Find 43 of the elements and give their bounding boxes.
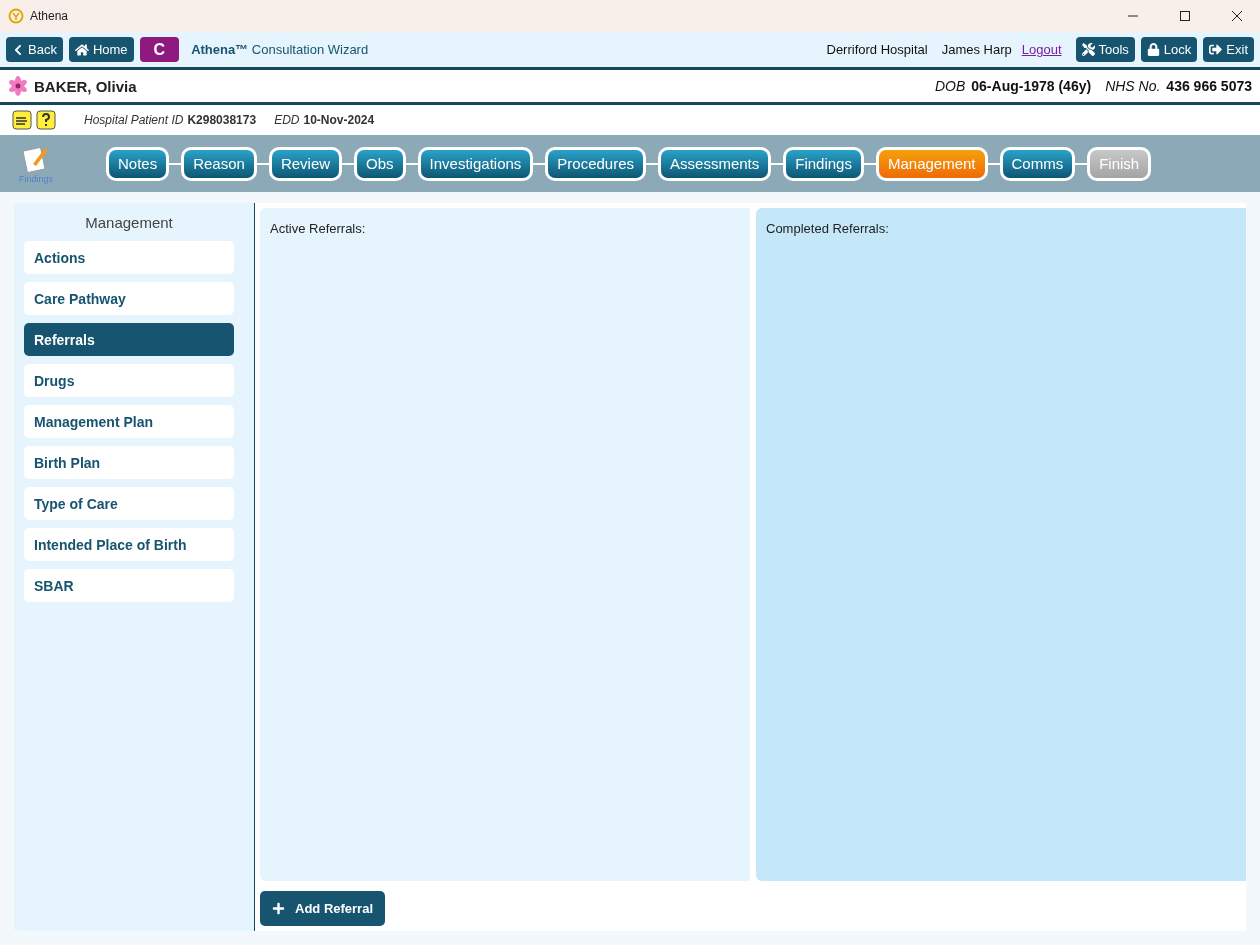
sidebar-item[interactable]: Care Pathway [24,282,234,315]
wizard-step-tab[interactable]: Assessments [658,146,772,181]
nhs-label: NHS No. [1105,78,1161,94]
panel-title: Completed Referrals: [766,221,889,236]
wizard-step-tab[interactable]: Comms [999,146,1076,181]
exit-button[interactable]: Exit [1203,37,1254,62]
app-heading: Athena™ Consultation Wizard [191,42,369,57]
wizard-step-tab[interactable]: Obs [354,146,406,181]
sidebar-item[interactable]: Management Plan [24,405,234,438]
wizard-step-tab[interactable]: Findings [783,146,864,181]
panel-title: Active Referrals: [270,221,366,236]
edd-value: 10-Nov-2024 [303,113,375,127]
hospital-name: Derriford Hospital [826,42,928,57]
wizard-step-tab[interactable]: Procedures [545,146,647,181]
sidebar-item[interactable]: Birth Plan [24,446,234,479]
sidebar-item[interactable]: SBAR [24,569,234,602]
tools-button[interactable]: Tools [1075,37,1135,62]
sidebar-item[interactable]: Intended Place of Birth [24,528,234,561]
nhs-value: 436 966 5073 [1166,78,1252,94]
dob-value: 06-Aug-1978 (46y) [971,78,1092,94]
window-title: Athena [30,9,70,23]
dob-label: DOB [934,78,966,94]
edd-label: EDD [274,113,300,127]
sidebar-item[interactable]: Drugs [24,364,234,397]
wizard-label: Findings [19,173,53,184]
home-button[interactable]: Home [68,37,134,62]
sidebar-title: Management [84,214,174,231]
lock-button[interactable]: Lock [1140,37,1198,62]
sidebar-item[interactable]: Referrals [24,323,234,356]
wizard-step-tab[interactable]: Review [268,146,343,181]
sidebar-item[interactable]: Type of Care [24,487,234,520]
wizard-step-tab[interactable]: Investigations [417,146,534,181]
back-button[interactable]: Back [6,37,63,62]
wizard-step-tab[interactable]: Notes [106,146,170,181]
wizard-step-tab[interactable]: Reason [181,146,257,181]
patient-id-value: K298038173 [187,113,257,127]
patient-name: BAKER, Olivia [34,77,137,95]
user-name: James Harp [941,42,1012,57]
letter-button[interactable]: C [139,37,180,62]
patient-id-label: Hospital Patient ID [84,113,184,127]
logout-link[interactable]: Logout [1021,42,1062,57]
sidebar-item[interactable]: Actions [24,241,234,274]
add-referral-button[interactable]: Add Referral [260,891,386,926]
